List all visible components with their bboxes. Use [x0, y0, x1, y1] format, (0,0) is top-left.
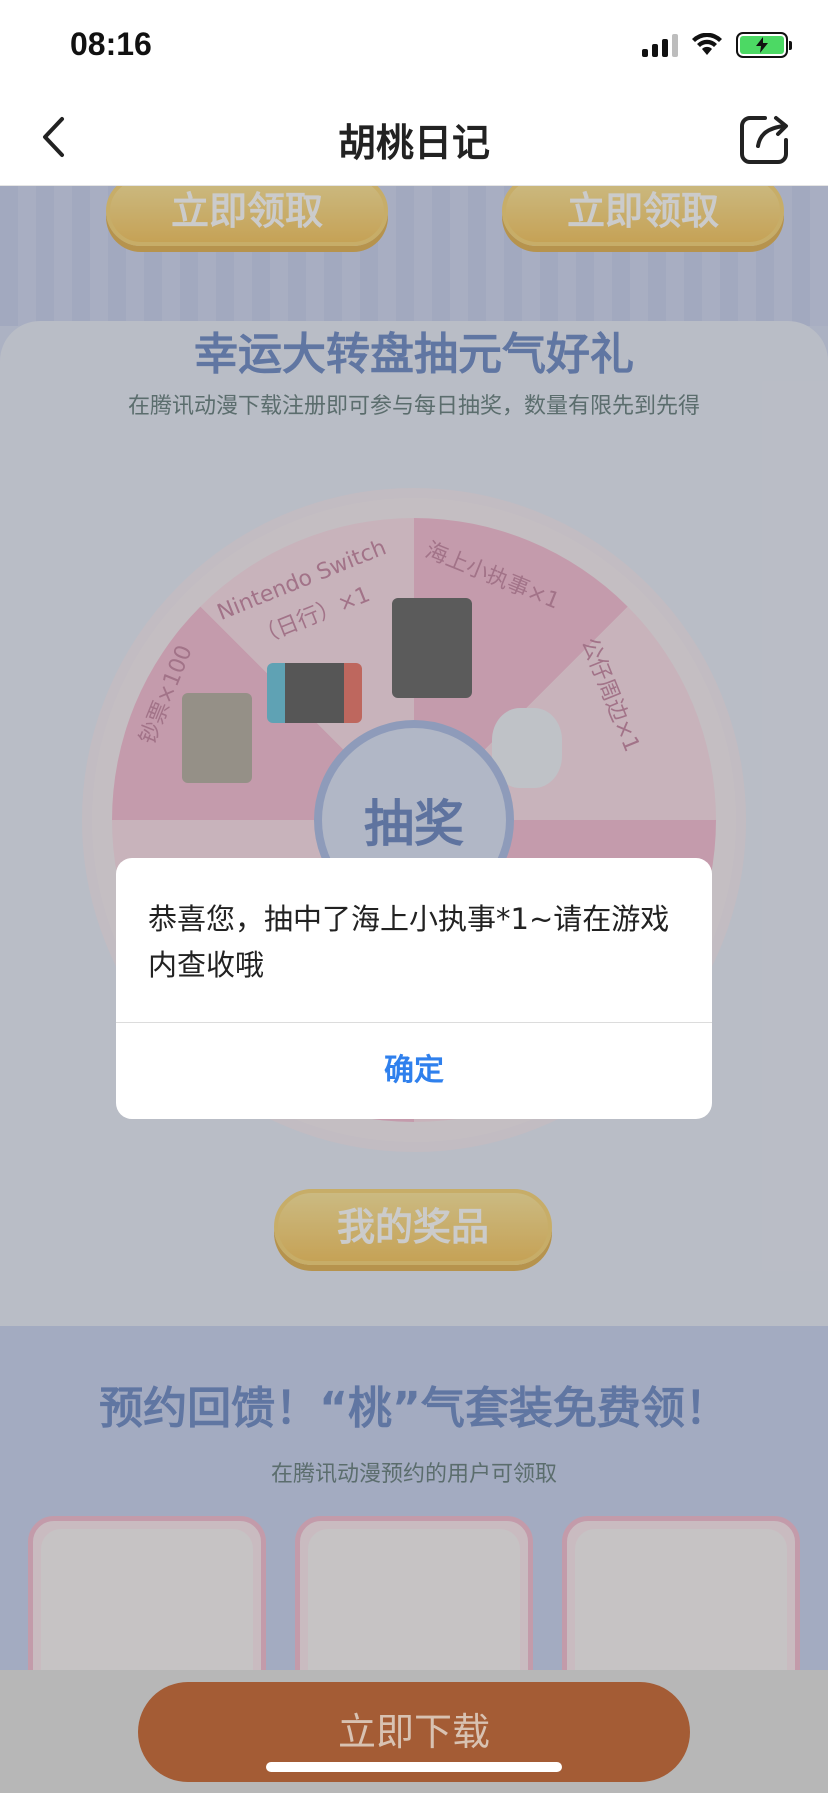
status-time: 08:16	[70, 26, 152, 62]
download-bar: 立即下载	[0, 1670, 828, 1793]
wifi-icon	[692, 33, 722, 55]
dialog-message: 恭喜您，抽中了海上小执事*1~请在游戏内查收哦	[148, 902, 670, 982]
status-bar: 08:16	[0, 0, 828, 90]
home-indicator	[266, 1762, 562, 1772]
share-icon[interactable]	[738, 112, 792, 166]
battery-icon	[736, 32, 792, 58]
confirm-button[interactable]: 确定	[116, 1023, 712, 1119]
cellular-signal-icon	[642, 33, 678, 57]
page-title: 胡桃日记	[337, 121, 490, 165]
alert-dialog: 恭喜您，抽中了海上小执事*1~请在游戏内查收哦 确定	[116, 858, 712, 1119]
status-icons	[642, 32, 792, 58]
nav-bar: 胡桃日记	[0, 90, 828, 186]
